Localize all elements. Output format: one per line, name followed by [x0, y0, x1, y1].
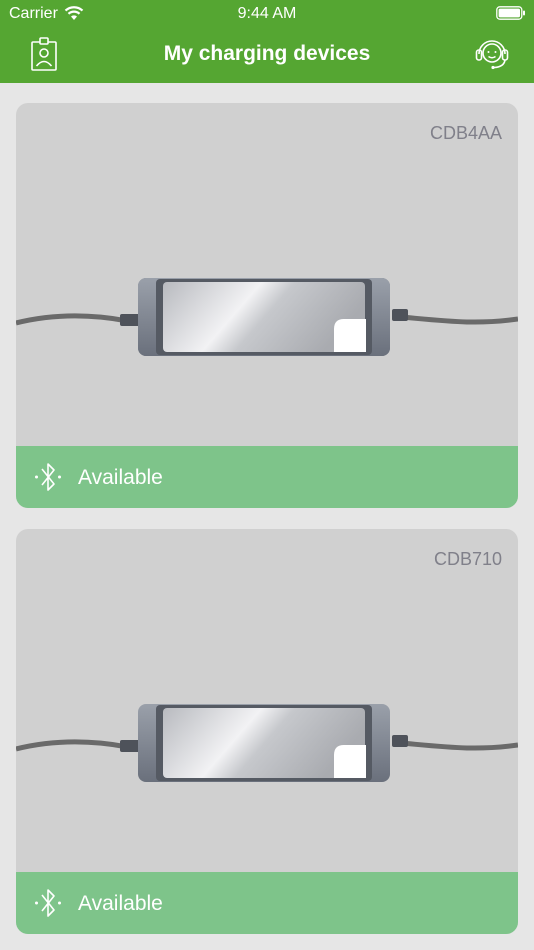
device-status-bar: Available — [16, 446, 518, 508]
battery-icon — [496, 6, 525, 20]
device-card[interactable]: CDB710 Available — [16, 529, 518, 934]
device-id: CDB710 — [433, 549, 502, 569]
device-status: Available — [78, 466, 163, 489]
support-button[interactable] — [472, 36, 512, 74]
top-bar: Carrier 9:44 AM My charging devices — [0, 0, 534, 83]
clock: 9:44 AM — [237, 5, 297, 22]
device-id: CDB4AA — [429, 123, 502, 143]
bluetooth-icon — [35, 463, 61, 491]
device-status-bar: Available — [16, 872, 518, 934]
charger-image — [16, 278, 518, 356]
status-bar: Carrier 9:44 AM — [0, 0, 534, 28]
app-header: My charging devices — [0, 28, 534, 83]
charger-image — [16, 704, 518, 782]
page-title: My charging devices — [163, 42, 371, 65]
support-headset-icon — [475, 40, 509, 70]
bluetooth-icon — [35, 889, 61, 917]
device-card[interactable]: CDB4AA Available — [16, 103, 518, 508]
device-status: Available — [78, 892, 163, 915]
